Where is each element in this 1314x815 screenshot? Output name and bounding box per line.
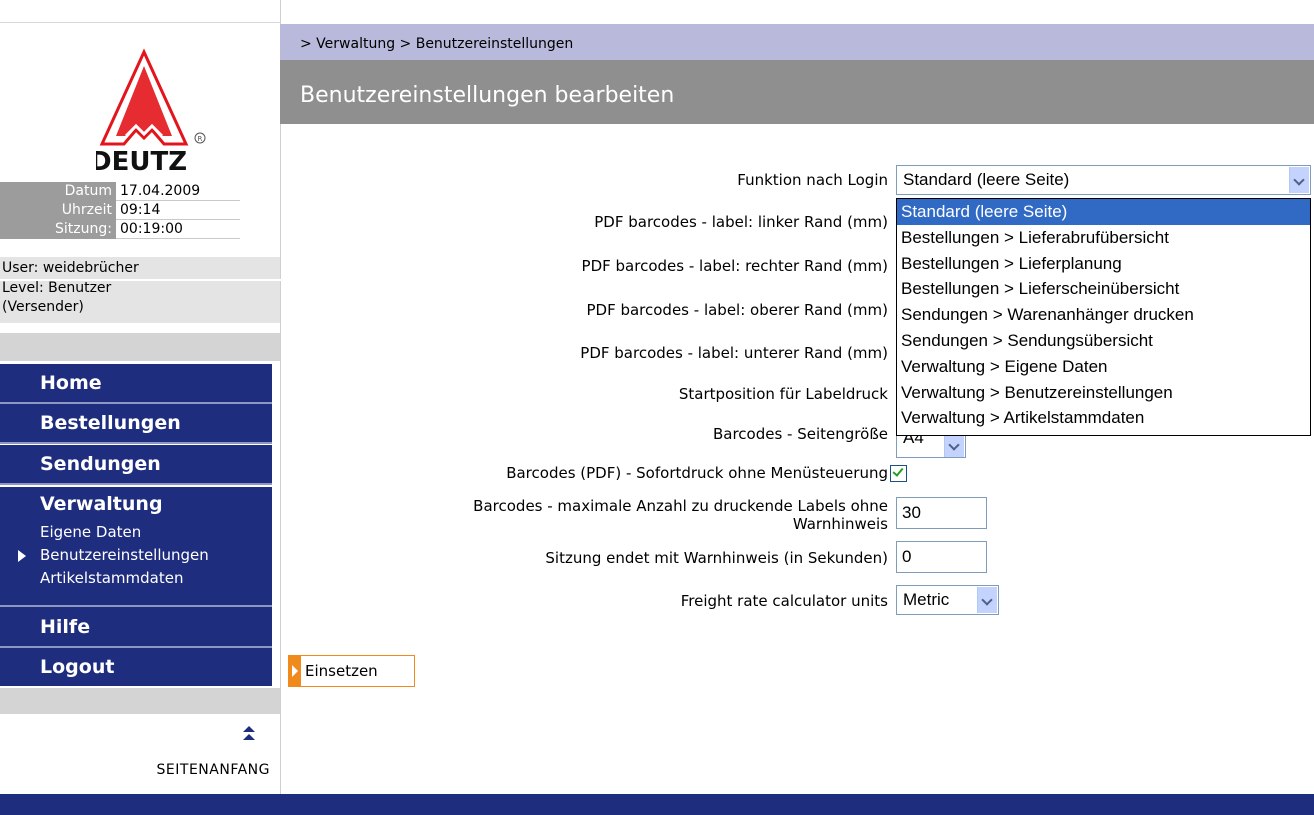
user-level: Level: Benutzer [2,280,112,296]
info-value: 00:19:00 [116,220,240,239]
dropdown-option[interactable]: Verwaltung > Artikelstammdaten [897,405,1310,431]
user-name: User: weidebrücher [2,260,139,276]
footer-bar [0,794,1314,815]
breadcrumb: > Verwaltung > Benutzereinstellungen [280,24,1314,60]
chevron-down-icon[interactable] [944,436,964,457]
seitengroesse-value: A4 [903,436,924,447]
funktion-select[interactable]: Standard (leere Seite) [896,165,1311,195]
funktion-label: Funktion nach Login [737,171,888,189]
rechter-rand-label: PDF barcodes - label: rechter Rand (mm) [581,257,888,275]
nav-verwaltung[interactable]: Verwaltung [40,491,272,521]
nav-logout[interactable]: Logout [0,648,272,686]
info-sitzung: Sitzung: 00:19:00 [0,220,280,240]
seitengroesse-select[interactable]: A4 [896,436,966,458]
linker-rand-label: PDF barcodes - label: linker Rand (mm) [594,213,888,231]
info-uhrzeit: Uhrzeit 09:14 [0,201,280,221]
freight-select[interactable]: Metric [896,585,999,615]
freight-select-value: Metric [903,590,950,609]
deutz-logo: R DEUTZ [90,46,212,177]
svg-text:R: R [198,135,203,143]
maxlabels-label-line1: Barcodes - maximale Anzahl zu druckende … [473,497,888,515]
info-value: 17.04.2009 [116,182,240,201]
dropdown-option[interactable]: Bestellungen > Lieferscheinübersicht [897,276,1310,302]
dropdown-option[interactable]: Bestellungen > Lieferplanung [897,251,1310,277]
chevron-down-icon[interactable] [977,587,997,613]
nav-home[interactable]: Home [0,364,272,402]
seitengroesse-label: Barcodes - Seitengröße [712,425,888,443]
nav-sub-artikelstammdaten[interactable]: Artikelstammdaten [40,567,272,590]
divider [0,442,272,444]
divider [0,333,280,361]
divider [0,605,272,607]
maxlabels-label: Barcodes - maximale Anzahl zu druckende … [473,497,888,533]
divider [0,22,280,23]
logo-text: DEUTZ [96,147,187,176]
nav-sendungen[interactable]: Sendungen [0,445,272,483]
page-top-label: SEITENANFANG [156,762,270,778]
info-label: Sitzung: [0,220,116,239]
dropdown-option[interactable]: Sendungen > Sendungsübersicht [897,328,1310,354]
startposition-label: Startposition für Labeldruck [678,385,888,403]
divider [0,483,272,485]
play-arrow-icon [289,656,301,686]
dropdown-option[interactable]: Verwaltung > Benutzereinstellungen [897,380,1310,406]
sofortdruck-label: Barcodes (PDF) - Sofortdruck ohne Menüst… [506,464,888,482]
divider [0,688,280,714]
einsetzen-label: Einsetzen [305,662,378,680]
einsetzen-button[interactable]: Einsetzen [288,655,415,687]
sitzung-label: Sitzung endet mit Warnhinweis (in Sekund… [545,549,888,567]
nav-sub-benutzereinstellungen[interactable]: Benutzereinstellungen [18,544,272,567]
info-datum: Datum 17.04.2009 [0,182,280,202]
funktion-dropdown-list: Standard (leere Seite) Bestellungen > Li… [896,198,1311,436]
dropdown-option[interactable]: Standard (leere Seite) [897,199,1310,225]
chevron-down-icon[interactable] [1289,167,1309,193]
info-value: 09:14 [116,201,240,220]
divider [0,279,282,281]
nav-sub-eigene-daten[interactable]: Eigene Daten [40,521,272,544]
sofortdruck-checkbox[interactable] [890,465,907,482]
double-up-arrow-icon [243,726,255,740]
maxlabels-label-line2: Warnhinweis [792,515,888,533]
maxlabels-input[interactable]: 30 [896,497,987,529]
page-title: Benutzereinstellungen bearbeiten [280,60,1314,124]
nav-sub-label: Benutzereinstellungen [40,546,209,564]
sitzung-input[interactable]: 0 [896,541,987,573]
oberer-rand-label: PDF barcodes - label: oberer Rand (mm) [586,301,888,319]
user-info: User: weidebrücher Level: Benutzer (Vers… [0,257,282,323]
funktion-select-value: Standard (leere Seite) [903,170,1070,189]
freight-label: Freight rate calculator units [680,592,888,610]
dropdown-option[interactable]: Sendungen > Warenanhänger drucken [897,302,1310,328]
sidebar: R DEUTZ Datum 17.04.2009 Uhrzeit 09:14 S… [0,0,282,794]
nav-bestellungen[interactable]: Bestellungen [0,404,272,442]
active-arrow-icon [18,550,26,562]
dropdown-option[interactable]: Bestellungen > Lieferabrufübersicht [897,225,1310,251]
unterer-rand-label: PDF barcodes - label: unterer Rand (mm) [580,344,888,362]
user-level-role: (Versender) [2,299,84,315]
info-label: Datum [0,182,116,201]
info-label: Uhrzeit [0,201,116,220]
dropdown-option[interactable]: Verwaltung > Eigene Daten [897,354,1310,380]
nav-hilfe[interactable]: Hilfe [0,608,272,646]
